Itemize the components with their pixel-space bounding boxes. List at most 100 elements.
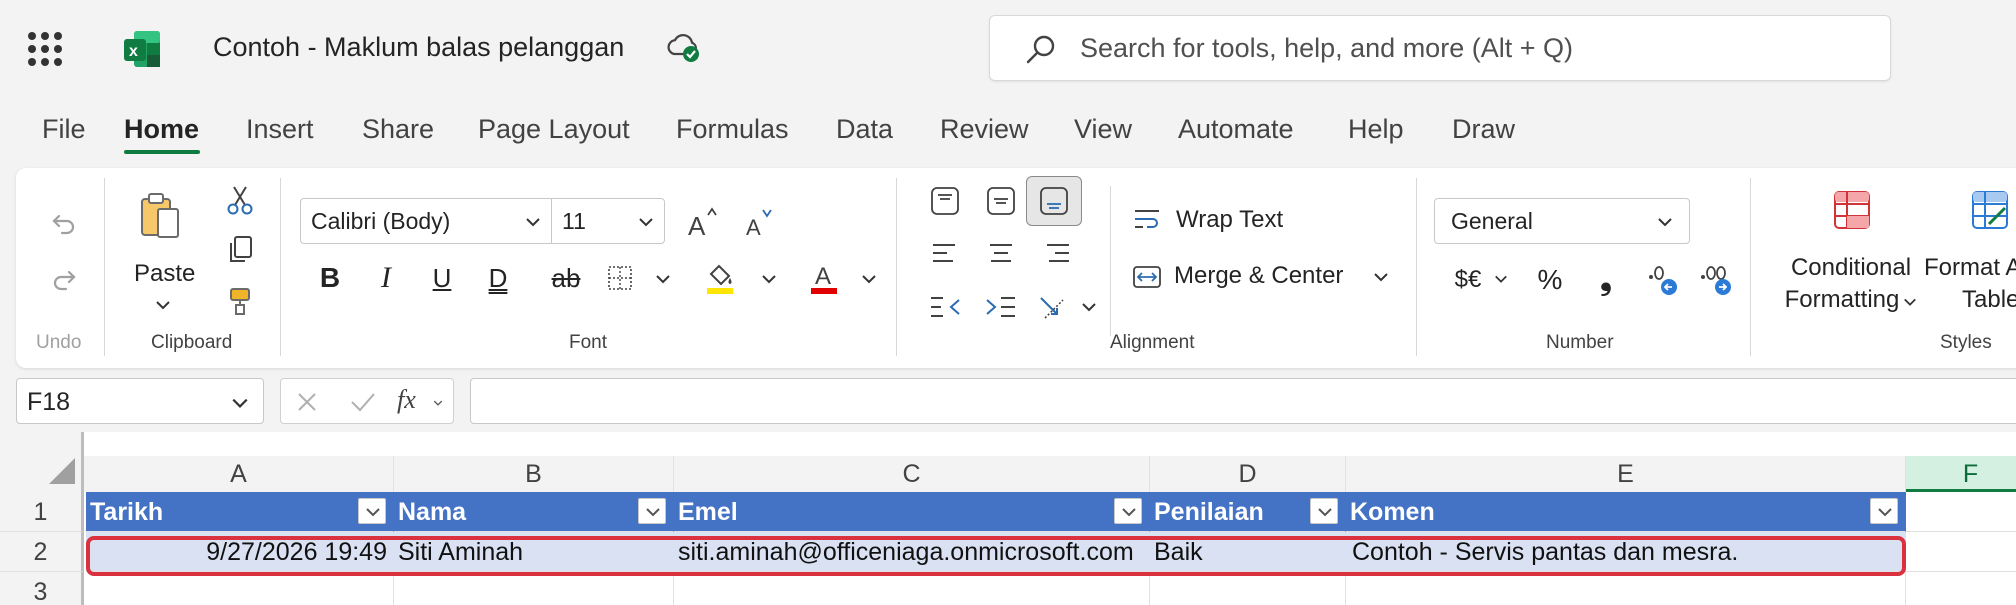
app-launcher-icon[interactable] bbox=[28, 32, 62, 66]
select-all-corner[interactable] bbox=[0, 432, 84, 492]
font-color-button[interactable]: A bbox=[806, 258, 842, 298]
paste-label[interactable]: Paste bbox=[134, 260, 195, 288]
row-header-2[interactable]: 2 bbox=[0, 532, 84, 572]
orientation-dropdown[interactable] bbox=[1078, 296, 1100, 318]
table-cell[interactable]: 9/27/2026 19:49 bbox=[86, 532, 394, 572]
tab-home[interactable]: Home bbox=[124, 114, 199, 145]
tab-share[interactable]: Share bbox=[362, 114, 434, 145]
table-cell[interactable]: siti.aminah@officeniaga.onmicrosoft.com bbox=[674, 532, 1150, 572]
table-cell[interactable] bbox=[1906, 532, 2016, 572]
column-header-c[interactable]: C bbox=[674, 456, 1150, 492]
top-align-button[interactable] bbox=[920, 178, 970, 224]
document-title[interactable]: Contoh - Maklum balas pelanggan bbox=[213, 32, 624, 63]
decrease-font-size-button[interactable]: A bbox=[740, 202, 780, 242]
fill-color-dropdown[interactable] bbox=[758, 268, 780, 290]
percent-style-button[interactable]: % bbox=[1530, 260, 1570, 300]
tab-data[interactable]: Data bbox=[836, 114, 893, 145]
decrease-indent-button[interactable] bbox=[920, 286, 970, 328]
tab-insert[interactable]: Insert bbox=[246, 114, 314, 145]
tab-automate[interactable]: Automate bbox=[1178, 114, 1294, 145]
merge-center-dropdown[interactable] bbox=[1370, 266, 1392, 288]
search-input[interactable] bbox=[1080, 30, 1860, 66]
align-center-button[interactable] bbox=[976, 232, 1026, 274]
filter-dropdown-button[interactable] bbox=[1870, 498, 1898, 524]
filter-dropdown-button[interactable] bbox=[1310, 498, 1338, 524]
align-right-button[interactable] bbox=[1032, 232, 1082, 274]
comma-style-button[interactable]: ❟ bbox=[1586, 260, 1626, 300]
table-cell[interactable] bbox=[1906, 492, 2016, 532]
conditional-formatting-button[interactable]: Conditional Formatting bbox=[1766, 254, 1936, 314]
column-header-a[interactable]: A bbox=[84, 456, 394, 492]
filter-dropdown-button[interactable] bbox=[638, 498, 666, 524]
tab-draw[interactable]: Draw bbox=[1452, 114, 1515, 145]
column-header-d[interactable]: D bbox=[1150, 456, 1346, 492]
paste-options-dropdown[interactable] bbox=[152, 294, 174, 316]
name-box[interactable]: F18 bbox=[16, 378, 264, 424]
excel-logo-icon[interactable]: x bbox=[122, 29, 162, 69]
column-header-b[interactable]: B bbox=[394, 456, 674, 492]
filter-dropdown-button[interactable] bbox=[1114, 498, 1142, 524]
paste-button[interactable] bbox=[134, 186, 188, 246]
table-header-cell[interactable]: Tarikh bbox=[86, 492, 394, 532]
align-left-button[interactable] bbox=[920, 232, 970, 274]
format-as-table-button[interactable]: Format As Table bbox=[1916, 254, 2016, 314]
bold-button[interactable]: B bbox=[312, 260, 348, 296]
currency-format-dropdown[interactable] bbox=[1490, 268, 1512, 290]
enter-checkmark-icon[interactable] bbox=[349, 390, 377, 414]
cancel-icon[interactable] bbox=[295, 390, 319, 414]
insert-function-button[interactable]: fx bbox=[397, 385, 416, 415]
number-format-dropdown[interactable]: General bbox=[1434, 198, 1690, 244]
tab-help[interactable]: Help bbox=[1348, 114, 1404, 145]
table-cell[interactable] bbox=[86, 572, 394, 605]
tab-view[interactable]: View bbox=[1074, 114, 1132, 145]
table-cell[interactable] bbox=[1346, 572, 1906, 605]
cut-button[interactable] bbox=[222, 182, 258, 218]
borders-dropdown[interactable] bbox=[652, 268, 674, 290]
redo-button[interactable] bbox=[46, 260, 82, 296]
tab-formulas[interactable]: Formulas bbox=[676, 114, 789, 145]
increase-indent-button[interactable] bbox=[976, 286, 1026, 328]
table-cell[interactable]: Contoh - Servis pantas dan mesra. bbox=[1346, 532, 1906, 572]
tab-review[interactable]: Review bbox=[940, 114, 1029, 145]
filter-dropdown-button[interactable] bbox=[358, 498, 386, 524]
spreadsheet-grid[interactable]: A B C D E F 1 2 3 Tarikh Nama Emel Penil… bbox=[0, 432, 2016, 605]
table-header-cell[interactable]: Emel bbox=[674, 492, 1150, 532]
search-box[interactable] bbox=[989, 15, 1891, 81]
table-header-cell[interactable]: Nama bbox=[394, 492, 674, 532]
row-header-3[interactable]: 3 bbox=[0, 572, 84, 605]
tab-page-layout[interactable]: Page Layout bbox=[478, 114, 630, 145]
table-cell[interactable] bbox=[394, 572, 674, 605]
table-header-cell[interactable]: Komen bbox=[1346, 492, 1906, 532]
strikethrough-button[interactable]: ab bbox=[548, 260, 584, 296]
font-family-dropdown[interactable]: Calibri (Body) bbox=[300, 198, 552, 244]
increase-font-size-button[interactable]: A bbox=[684, 202, 724, 242]
table-cell[interactable]: Siti Aminah bbox=[394, 532, 674, 572]
wrap-text-button[interactable]: Wrap Text bbox=[1176, 206, 1283, 234]
middle-align-button[interactable] bbox=[976, 178, 1026, 224]
font-size-dropdown[interactable]: 11 bbox=[551, 198, 665, 244]
double-underline-button[interactable]: D bbox=[480, 260, 516, 296]
row-header-1[interactable]: 1 bbox=[0, 492, 84, 532]
italic-button[interactable]: I bbox=[368, 260, 404, 296]
column-header-e[interactable]: E bbox=[1346, 456, 1906, 492]
table-cell[interactable] bbox=[1906, 572, 2016, 605]
underline-button[interactable]: U bbox=[424, 260, 460, 296]
text-orientation-button[interactable] bbox=[1032, 286, 1072, 328]
column-header-f[interactable]: F bbox=[1906, 456, 2016, 492]
bottom-align-button[interactable] bbox=[1026, 176, 1082, 226]
copy-button[interactable] bbox=[222, 232, 258, 268]
undo-button[interactable] bbox=[46, 204, 82, 240]
decrease-decimal-button[interactable] bbox=[1696, 260, 1736, 300]
font-color-dropdown[interactable] bbox=[858, 268, 880, 290]
tab-file[interactable]: File bbox=[42, 114, 86, 145]
borders-button[interactable] bbox=[602, 260, 638, 296]
table-cell[interactable] bbox=[1150, 572, 1346, 605]
merge-center-button[interactable]: Merge & Center bbox=[1174, 262, 1343, 290]
fill-color-button[interactable] bbox=[702, 258, 738, 298]
table-cell[interactable] bbox=[674, 572, 1150, 605]
format-painter-button[interactable] bbox=[222, 284, 258, 320]
table-cell[interactable]: Baik bbox=[1150, 532, 1346, 572]
currency-format-button[interactable]: $€ bbox=[1444, 260, 1492, 300]
increase-decimal-button[interactable] bbox=[1642, 260, 1682, 300]
cloud-saved-icon[interactable] bbox=[666, 32, 702, 64]
